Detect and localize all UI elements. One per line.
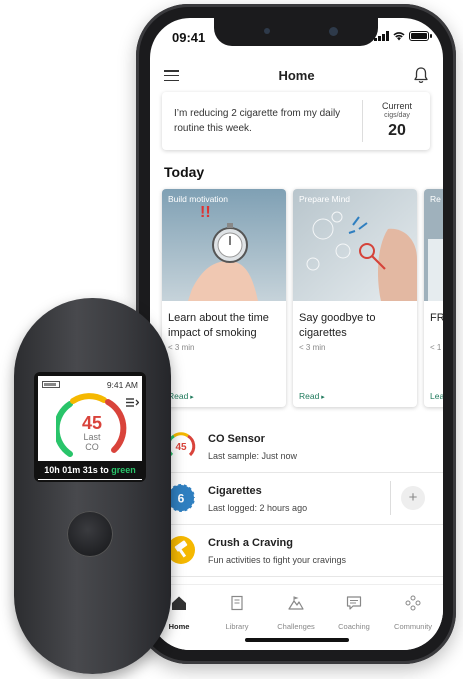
card-tag: Prepare Mind [299,194,351,204]
card-partial[interactable]: Re FR rep < 1 Lea [424,189,443,407]
phone-screen: 09:41 Home I’m reducing 2 cigarette from… [150,18,443,650]
tab-coaching[interactable]: Coaching [325,595,383,631]
read-link[interactable]: Read [168,391,194,401]
tab-community[interactable]: Community [384,595,442,631]
today-title: Today [164,164,205,180]
list-title: Crush a Craving [208,537,293,549]
list-item-co-sensor[interactable]: 45 CO Sensor Last sample: Just now [150,421,443,473]
device-time: 9:41 AM [106,380,138,390]
tab-label: Community [394,622,432,631]
card-tag: Build motivation [168,194,229,204]
device-countdown: 10h 01m 31s to [44,465,112,475]
tab-library[interactable]: Library [208,595,266,631]
device-status-green: green [111,465,136,475]
list-title: Cigarettes [208,485,262,497]
device-countdown-bar: 10h 01m 31s to green [38,461,142,479]
list-title: CO Sensor [208,433,265,445]
card-title: Learn about the time impact of smoking [168,312,269,339]
read-link[interactable]: Read [299,391,325,401]
card-duration: < 1 [430,343,442,352]
cig-badge: 6 [178,492,185,506]
community-icon [405,595,421,611]
device-co-value: 45 [81,413,103,433]
card-title: FR rep [430,312,443,324]
notification-bell-icon[interactable] [413,66,429,84]
list-subtitle: Fun activities to fight your cravings [208,555,347,565]
card-title: Say goodbye to cigarettes [299,312,376,339]
list-item-crush-craving[interactable]: Crush a Craving Fun activities to fight … [150,525,443,577]
device-menu-icon [126,398,139,407]
list-subtitle: Last sample: Just now [208,451,298,461]
card-tag: Re [430,194,441,204]
tab-challenges[interactable]: Challenges [267,595,325,631]
add-cigarette-button[interactable]: + [401,486,425,510]
wifi-icon [393,32,405,41]
divider [390,481,391,515]
goal-divider [362,100,363,142]
card-duration: < 3 min [299,343,326,352]
phone-notch [214,18,378,46]
goal-text: I’m reducing 2 cigarette from my daily r… [174,108,341,134]
card-image [424,189,443,301]
divider [164,576,443,577]
svg-text:!!: !! [200,204,211,221]
card-build-motivation[interactable]: !! Build motivation Learn about the time… [162,189,286,407]
status-icons [374,31,432,41]
home-icon [172,596,186,610]
goal-label: Current [381,101,412,111]
goal-unit: cigs/day [384,112,410,119]
page-title: Home [278,68,315,83]
co-device [14,298,171,674]
tab-label: Library [225,622,249,631]
list-subtitle: Last logged: 2 hours ago [208,503,308,513]
library-icon [231,595,243,611]
status-time: 09:41 [172,30,206,45]
bubbles-image [293,189,417,301]
stopwatch-image: !! [162,189,286,301]
goal-card[interactable]: I’m reducing 2 cigarette from my daily r… [162,92,430,150]
card-prepare-mind[interactable]: Prepare Mind Say goodbye to cigarettes <… [293,189,417,407]
tab-label: Challenges [277,622,315,631]
device-label-last: Last [83,432,101,442]
battery-icon [409,31,432,41]
goal-value: 20 [388,122,406,139]
co-badge: 45 [175,442,187,453]
list-item-cigarettes[interactable]: 6 Cigarettes Last logged: 2 hours ago + [150,473,443,525]
signal-icon [374,31,389,41]
front-camera [329,27,338,36]
speaker [264,28,270,34]
device-button[interactable] [67,511,113,557]
chat-icon [346,596,362,610]
home-indicator[interactable] [245,638,349,642]
tab-label: Coaching [338,622,370,631]
device-battery-icon [42,381,60,388]
read-link[interactable]: Lea [430,391,443,401]
device-label-co: CO [85,442,99,452]
card-duration: < 3 min [168,343,195,352]
mountain-icon [288,596,304,610]
